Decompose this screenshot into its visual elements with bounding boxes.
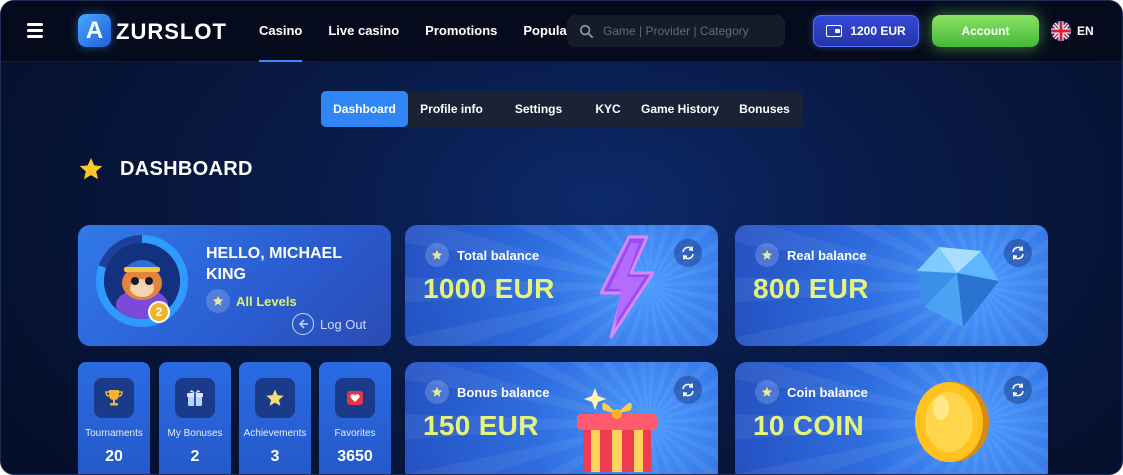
uk-flag-icon <box>1051 21 1071 41</box>
star-icon <box>425 380 449 404</box>
star-icon <box>425 243 449 267</box>
heart-icon <box>335 378 375 418</box>
nav-promotions[interactable]: Promotions <box>425 1 497 62</box>
refresh-icon[interactable] <box>674 239 702 267</box>
logo-text: ZURSLOT <box>116 19 227 44</box>
star-icon <box>206 289 230 313</box>
stat-value: 2 <box>190 448 200 465</box>
app-frame: A ZURSLOT Casino Live casino Promotions … <box>0 0 1123 475</box>
logo-icon: A <box>78 14 111 47</box>
balance-value: 1000 EUR <box>423 273 555 304</box>
total-balance-card: Total balance 1000 EUR <box>405 225 718 346</box>
balance-heading: Bonus balance <box>425 380 549 404</box>
tab-profile-info[interactable]: Profile info <box>408 91 495 127</box>
balance-value: 800 EUR <box>753 273 869 304</box>
logout-icon <box>292 313 314 335</box>
tab-dashboard[interactable]: Dashboard <box>321 91 408 127</box>
stat-label: Tournaments <box>85 428 143 439</box>
refresh-icon[interactable] <box>674 376 702 404</box>
search-icon <box>579 24 593 38</box>
star-icon <box>255 378 295 418</box>
coin-icon <box>915 382 989 462</box>
top-header: A ZURSLOT Casino Live casino Promotions … <box>1 1 1122 62</box>
trophy-icon <box>94 378 134 418</box>
nav-live-casino[interactable]: Live casino <box>328 1 399 62</box>
balance-label: Total balance <box>457 247 540 263</box>
wallet-balance-button[interactable]: 1200 EUR <box>813 15 919 47</box>
stat-value: 3 <box>270 448 280 465</box>
profile-card: 2 HELLO, MICHAEL KING All Levels Log Out <box>78 225 391 346</box>
all-levels-link[interactable]: All Levels <box>206 289 297 313</box>
stat-tournaments[interactable]: Tournaments 20 <box>78 362 150 474</box>
language-code: EN <box>1077 24 1094 38</box>
account-button[interactable]: Account <box>932 15 1039 47</box>
stat-favorites[interactable]: Favorites 3650 <box>319 362 391 474</box>
balance-heading: Coin balance <box>755 380 868 404</box>
balance-value: 10 COIN <box>753 410 865 441</box>
nav-popular[interactable]: Popular <box>523 1 571 62</box>
star-icon <box>755 380 779 404</box>
logout-label: Log Out <box>320 316 367 332</box>
balance-label: Coin balance <box>787 384 868 400</box>
star-icon <box>79 157 103 180</box>
balance-label: Real balance <box>787 247 867 263</box>
stat-achievements[interactable]: Achievements 3 <box>239 362 311 474</box>
refresh-icon[interactable] <box>1004 239 1032 267</box>
stat-value: 20 <box>105 448 123 465</box>
gift-icon <box>175 378 215 418</box>
language-selector[interactable]: EN <box>1051 21 1094 41</box>
level-badge: 2 <box>148 301 170 323</box>
greeting-text: HELLO, MICHAEL KING <box>206 245 342 283</box>
nav-casino[interactable]: Casino <box>259 1 303 62</box>
stat-my-bonuses[interactable]: My Bonuses 2 <box>159 362 231 474</box>
real-balance-card: Real balance 800 EUR <box>735 225 1048 346</box>
wallet-icon <box>826 25 843 37</box>
search-input[interactable] <box>603 24 773 38</box>
tab-game-history[interactable]: Game History <box>634 91 726 127</box>
refresh-icon[interactable] <box>1004 376 1032 404</box>
balance-value: 150 EUR <box>423 410 539 441</box>
dashboard-tabs: Dashboard Profile info Settings KYC Game… <box>321 91 803 127</box>
tab-bonuses[interactable]: Bonuses <box>726 91 803 127</box>
balance-label: Bonus balance <box>457 384 550 400</box>
menu-icon[interactable] <box>27 23 43 38</box>
coin-balance-card: Coin balance 10 COIN <box>735 362 1048 474</box>
stat-value: 3650 <box>337 448 373 465</box>
stat-label: Achievements <box>243 428 307 439</box>
lightning-icon <box>599 235 655 339</box>
balance-heading: Real balance <box>755 243 867 267</box>
star-icon <box>755 243 779 267</box>
gift-box-icon <box>577 388 657 472</box>
tab-settings[interactable]: Settings <box>495 91 582 127</box>
all-levels-label: All Levels <box>236 293 297 309</box>
page-title: DASHBOARD <box>120 157 253 180</box>
stat-label: My Bonuses <box>167 428 223 439</box>
tab-kyc[interactable]: KYC <box>582 91 634 127</box>
diamond-icon <box>917 247 999 327</box>
main-nav: Casino Live casino Promotions Popular <box>259 1 598 62</box>
search-box <box>567 15 785 47</box>
wallet-balance-value: 1200 EUR <box>850 24 906 38</box>
level-progress-ring: 2 <box>96 235 188 327</box>
logout-button[interactable]: Log Out <box>292 313 366 335</box>
bonus-balance-card: Bonus balance 150 EUR <box>405 362 718 474</box>
balance-heading: Total balance <box>425 243 539 267</box>
stat-label: Favorites <box>334 428 376 439</box>
page-title-row: DASHBOARD <box>78 156 253 182</box>
